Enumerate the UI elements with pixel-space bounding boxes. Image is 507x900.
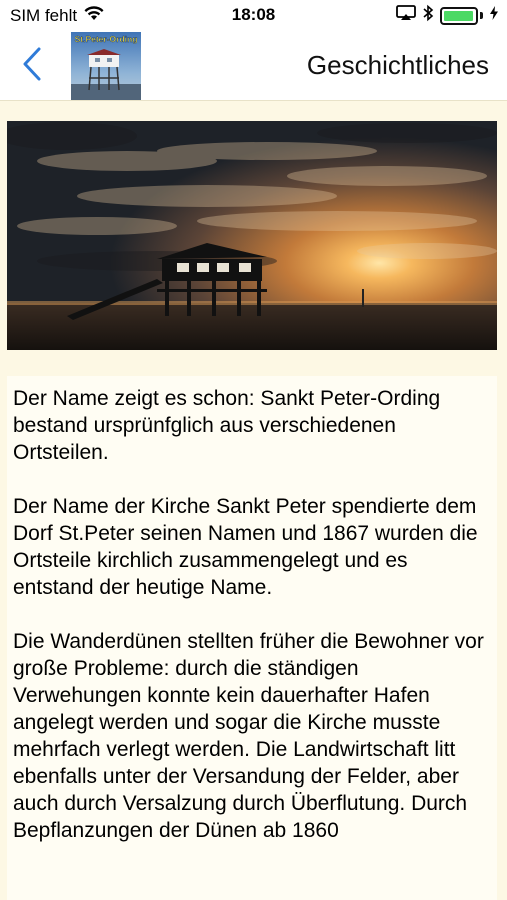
bluetooth-icon <box>422 4 434 27</box>
page-title: Geschichtliches <box>306 50 489 80</box>
airplay-icon <box>396 5 416 26</box>
content-area[interactable]: Der Name zeigt es schon: Sankt Peter-Ord… <box>0 101 507 900</box>
app-logo-text: St.Peter-Ording <box>75 34 138 44</box>
app-logo: St.Peter-Ording <box>71 32 141 100</box>
hero-image <box>7 121 497 350</box>
article-paragraph: Der Name der Kirche Sankt Peter spendier… <box>13 495 478 599</box>
charging-icon <box>489 5 499 26</box>
battery-level <box>444 10 473 21</box>
status-bar: SIM fehlt 18:08 <box>0 0 507 32</box>
battery-tip <box>480 12 483 19</box>
chevron-left-icon <box>21 46 43 87</box>
battery-icon <box>440 6 478 25</box>
article-paragraph: Die Wanderdünen stellten früher die Bewo… <box>13 630 484 842</box>
article-paragraph: Der Name zeigt es schon: Sankt Peter-Ord… <box>13 387 441 464</box>
navigation-bar: St.Peter-Ording Geschichtliches <box>0 32 507 101</box>
back-button[interactable] <box>14 46 50 86</box>
status-right <box>396 4 499 27</box>
article-text: Der Name zeigt es schon: Sankt Peter-Ord… <box>7 376 497 900</box>
